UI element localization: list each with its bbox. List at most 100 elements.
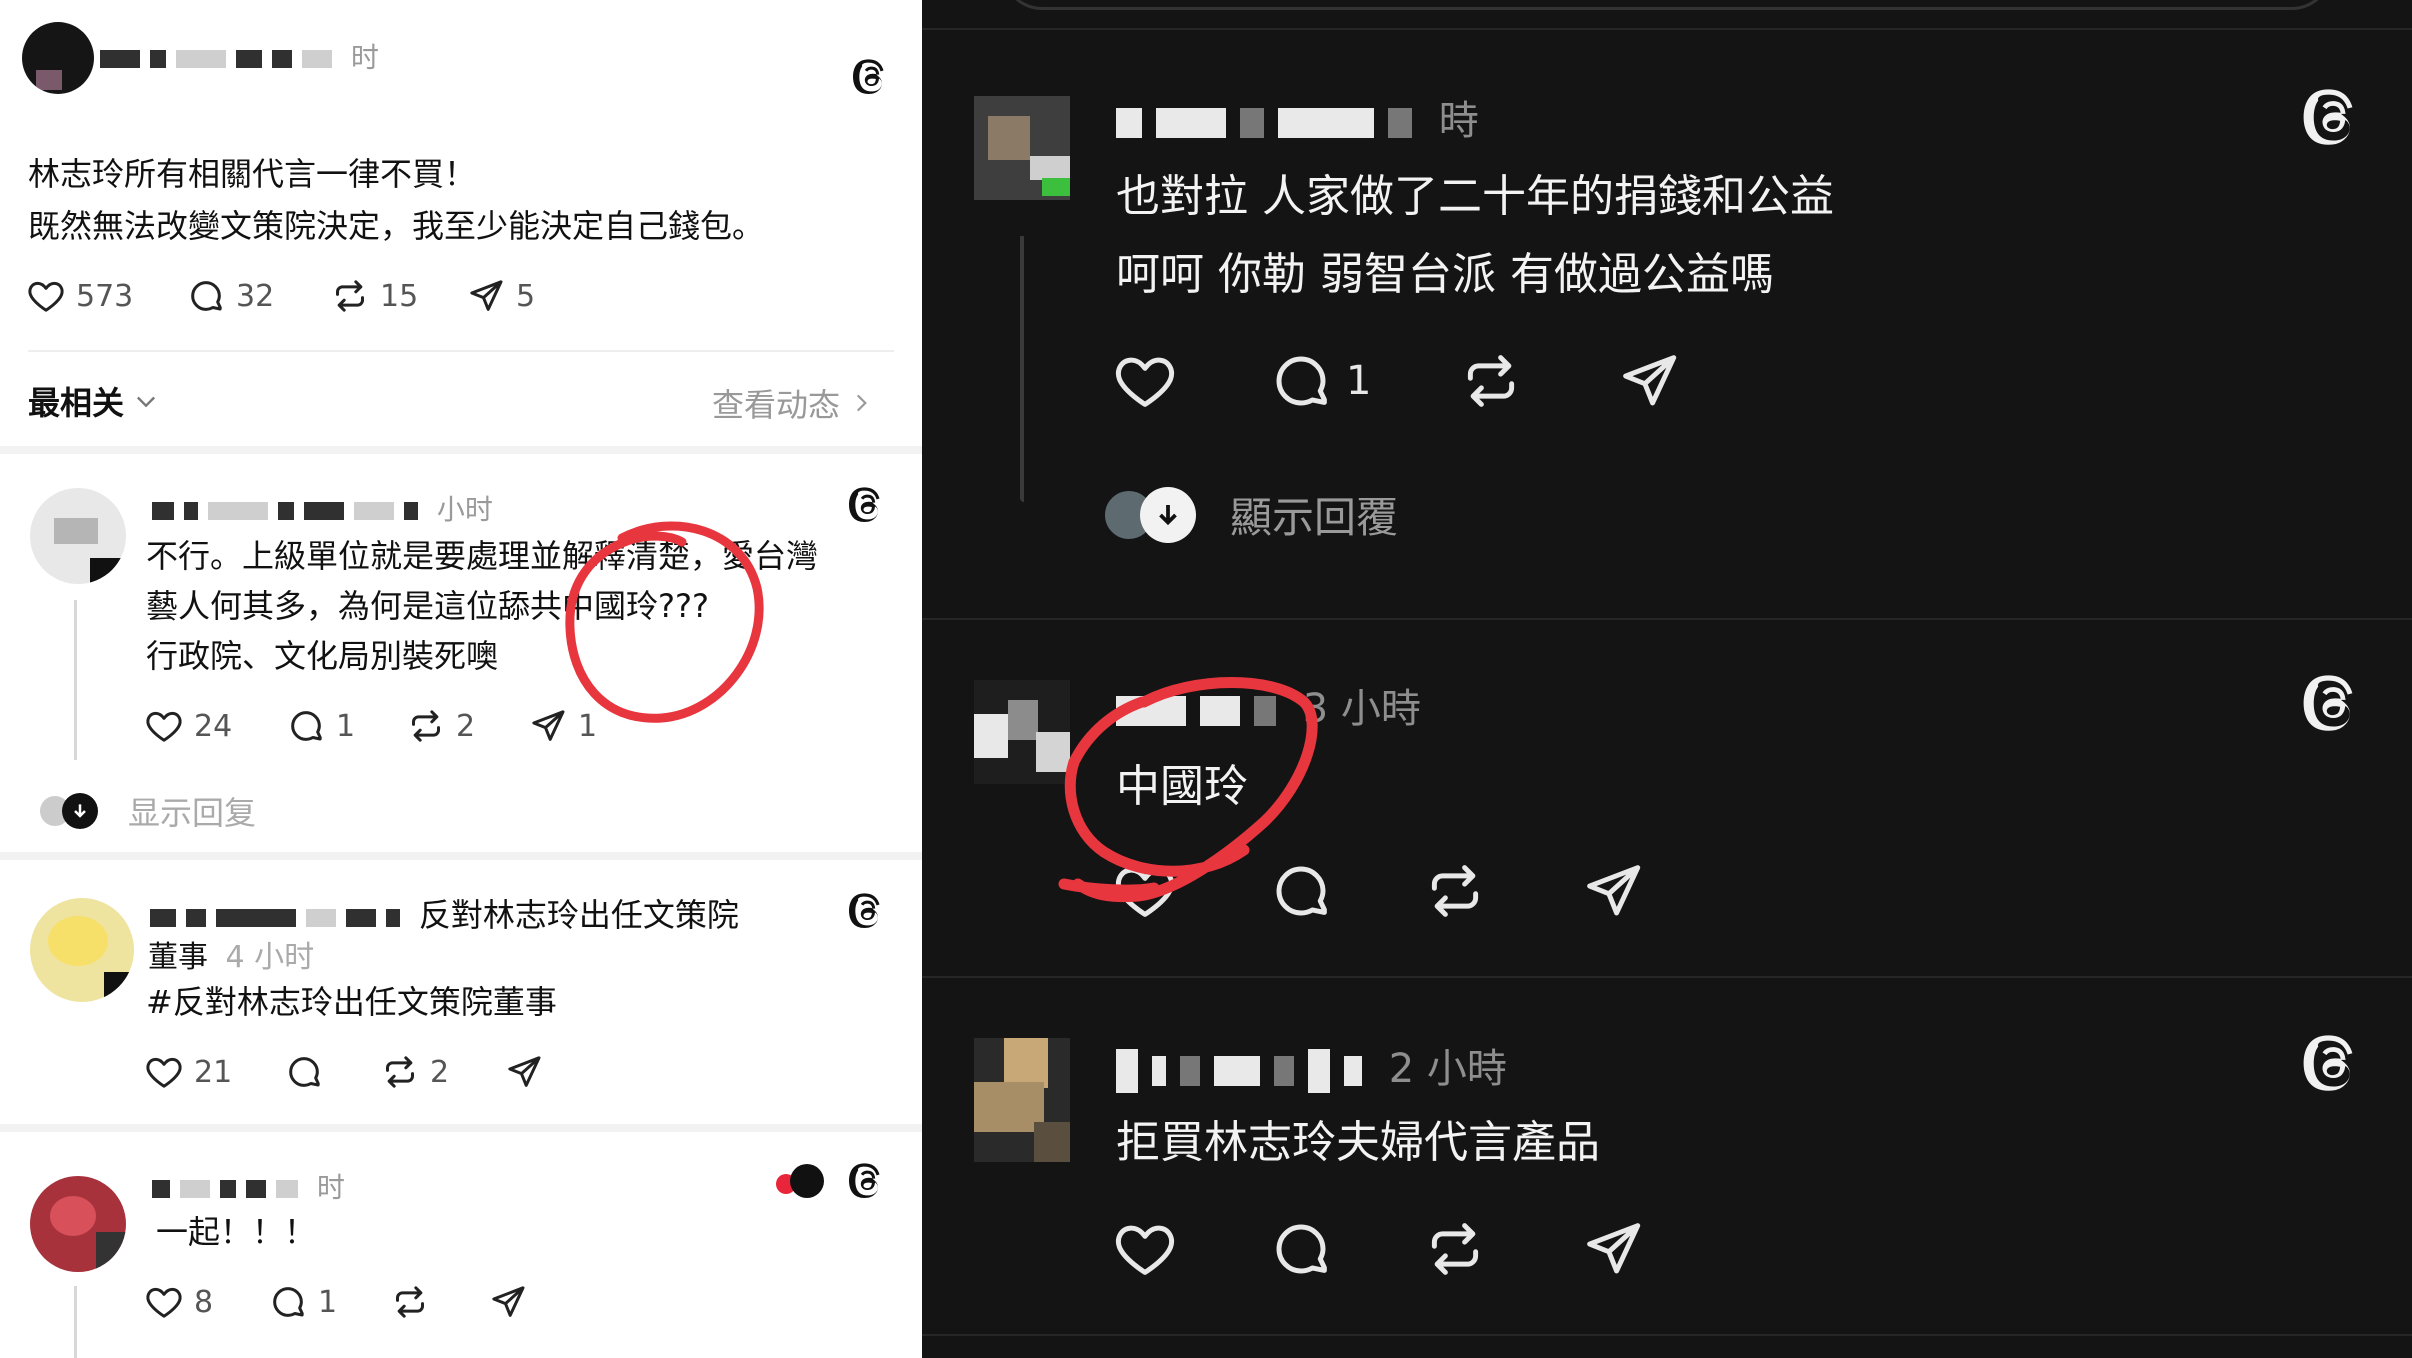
post-text-line1: 林志玲所有相關代言一律不買！ [28,155,477,193]
repost-button[interactable] [1422,1216,1488,1282]
like-button[interactable] [1112,348,1178,414]
avatar[interactable] [30,1176,126,1272]
share-icon [504,1052,544,1092]
like-count: 8 [194,1284,214,1320]
divider [0,446,922,454]
repost-button[interactable] [1458,348,1524,414]
view-activity-label: 查看动态 [712,386,841,424]
repost-button[interactable]: 2 [406,706,475,746]
reply-name-suffix: 反對林志玲出任文策院 [418,896,739,934]
comment-count: 1 [1346,358,1372,404]
threads-logo-icon[interactable] [2302,84,2366,152]
comment-icon [1268,1216,1334,1282]
share-button[interactable] [1580,858,1646,924]
username-blurred[interactable]: 小时 [152,488,493,528]
username-blurred[interactable]: 时 [152,1166,345,1206]
top-edge [1002,0,2332,10]
repost-button[interactable] [390,1282,430,1322]
divider [922,1334,2412,1336]
threads-logo-icon[interactable] [848,1160,888,1209]
arrow-down-icon [62,793,98,829]
divider [0,852,922,860]
like-button[interactable] [1112,1216,1178,1282]
show-replies-button[interactable]: 显示回复 [38,788,256,834]
avatar[interactable] [22,22,94,94]
comment-count: 1 [318,1284,338,1320]
repost-icon [1422,1216,1488,1282]
share-icon [1580,1216,1646,1282]
like-count: 573 [76,278,134,314]
like-count: 24 [194,708,233,744]
avatar[interactable] [30,898,134,1002]
comment-button[interactable]: 1 [1268,348,1371,414]
repost-icon [390,1282,430,1322]
username-blurred[interactable]: 时 [100,36,379,76]
share-icon [488,1282,528,1322]
comment-button[interactable]: 32 [186,276,274,316]
right-screenshot-dark: 時 也對拉 人家做了二十年的捐錢和公益 呵呵 你勒 弱智台派 有做過公益嗎 1 … [922,0,2412,1358]
comment-button[interactable]: 1 [286,706,355,746]
like-button[interactable]: 573 [26,276,133,316]
comment-button[interactable]: 1 [268,1282,337,1322]
avatar[interactable] [30,488,126,584]
reply-time: 2 小時 [1388,1046,1507,1092]
share-button[interactable] [1580,1216,1646,1282]
heart-icon [1112,348,1178,414]
divider [922,618,2412,620]
threads-logo-icon[interactable] [848,484,888,533]
left-screenshot-light: 时 林志玲所有相關代言一律不買！ 既然無法改變文策院決定，我至少能決定自己錢包。… [0,0,922,1358]
reply-text-line1: 一起！！！ [156,1213,317,1251]
view-activity-link[interactable]: 查看动态 [712,380,874,426]
share-count: 1 [578,708,598,744]
username-blurred[interactable]: 2 小時 [1116,1036,1507,1094]
avatar[interactable] [974,1038,1070,1162]
reply-name-cont: 董事 [148,940,208,975]
share-button[interactable]: 5 [466,276,535,316]
share-icon [1616,348,1682,414]
like-button[interactable]: 8 [144,1282,213,1322]
threads-logo-icon[interactable] [2302,1030,2366,1098]
reply-time: 小时 [436,493,493,526]
post-time: 时 [350,41,379,74]
username-blurred[interactable]: 反對林志玲出任文策院 [150,890,739,936]
share-button[interactable] [1616,348,1682,414]
username-blurred[interactable]: 時 [1116,88,1479,146]
thread-line [74,600,77,760]
repost-button[interactable] [1422,858,1488,924]
share-icon [466,276,506,316]
like-button[interactable] [1112,858,1178,924]
post-text-line2: 既然無法改變文策院決定，我至少能決定自己錢包。 [28,207,765,245]
heart-icon [144,1052,184,1092]
repost-icon [330,276,370,316]
show-replies-button[interactable]: 顯示回覆 [1102,484,1398,545]
like-button[interactable]: 24 [144,706,232,746]
comment-button[interactable] [1268,1216,1334,1282]
avatar[interactable] [974,96,1070,200]
avatar[interactable] [974,680,1070,784]
reply-time: 4 小时 [225,940,315,975]
divider [28,350,894,352]
repost-icon [1458,348,1524,414]
threads-logo-icon[interactable] [852,56,892,105]
sort-dropdown[interactable]: 最相关 [28,378,160,424]
repost-button[interactable]: 15 [330,276,418,316]
like-count: 21 [194,1054,233,1090]
threads-logo-icon[interactable] [2302,670,2366,738]
share-count: 5 [516,278,536,314]
username-blurred[interactable]: 3 小時 [1116,676,1421,734]
share-button[interactable] [504,1052,544,1092]
share-button[interactable] [488,1282,528,1322]
heart-icon [26,276,66,316]
share-icon [528,706,568,746]
threads-logo-icon[interactable] [848,890,888,939]
heart-icon [144,1282,184,1322]
reply-text-line1: #反對林志玲出任文策院董事 [146,983,557,1021]
chevron-right-icon [856,394,867,412]
comment-button[interactable] [1268,858,1334,924]
like-button[interactable]: 21 [144,1052,232,1092]
reply-time: 3 小時 [1302,686,1421,732]
comment-button[interactable] [284,1052,324,1092]
repost-button[interactable]: 2 [380,1052,449,1092]
comment-icon [268,1282,308,1322]
share-button[interactable]: 1 [528,706,597,746]
